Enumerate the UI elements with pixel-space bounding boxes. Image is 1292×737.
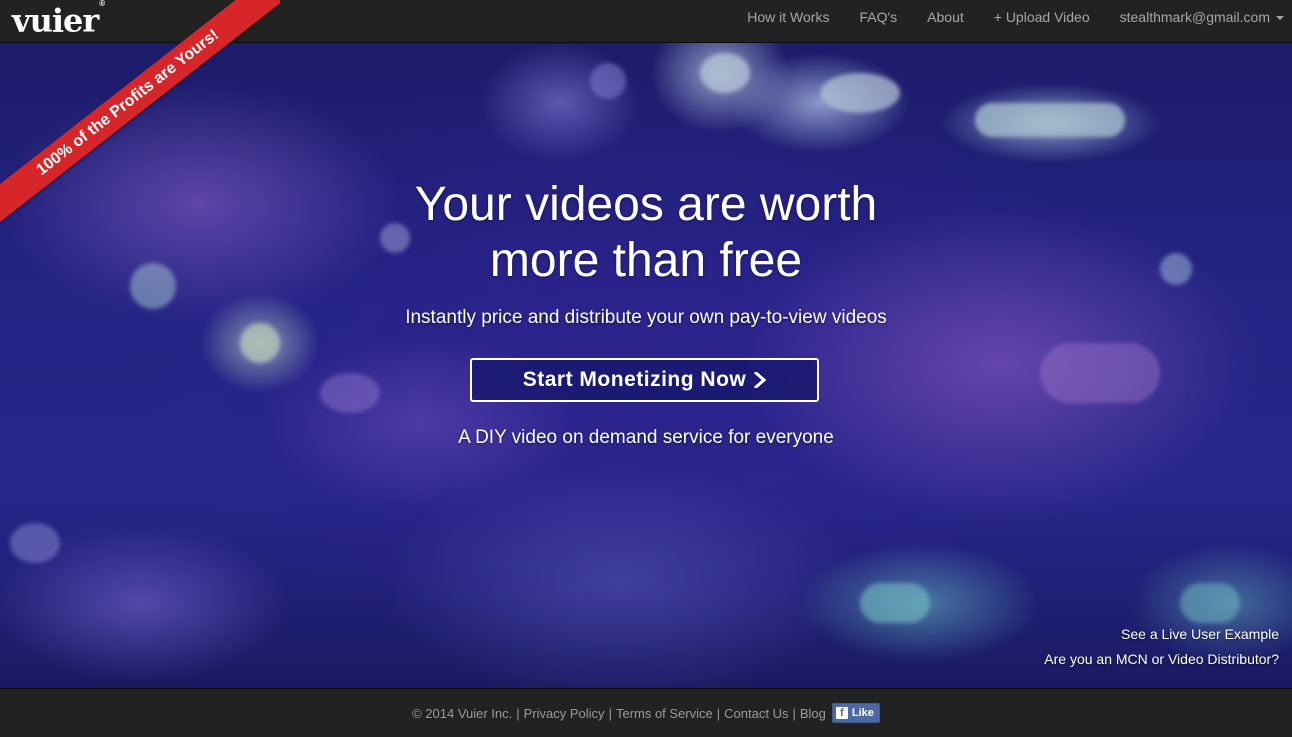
footer: © 2014 Vuier Inc. | Privacy Policy | Ter… [0,688,1292,737]
footer-separator: | [516,705,520,721]
headline-line-1: Your videos are worth [414,178,878,231]
nav-upload-video[interactable]: + Upload Video [994,9,1090,25]
headline-line-2: more than free [489,234,803,287]
hero-subhead: Instantly price and distribute your own … [405,307,887,328]
copyright-text: © 2014 Vuier Inc. [412,705,513,721]
nav-faqs[interactable]: FAQ's [859,9,897,25]
cta-label: Start Monetizing Now [522,368,747,391]
account-email: stealthmark@gmail.com [1119,9,1270,25]
mcn-distributor-link[interactable]: Are you an MCN or Video Distributor? [1044,647,1279,672]
footer-separator: | [716,705,721,721]
profit-ribbon: 100% of the Profits are Yours! [0,0,280,230]
blog-link[interactable]: Blog [800,706,826,721]
facebook-icon: f [835,707,848,719]
account-menu[interactable]: stealthmark@gmail.com [1120,9,1284,25]
chevron-right-icon [754,372,767,388]
hero-tagline: A DIY video on demand service for everyo… [458,427,834,448]
nav-about[interactable]: About [927,9,964,25]
footer-separator: | [608,705,612,721]
terms-of-service-link[interactable]: Terms of Service [616,706,713,721]
footer-separator: | [792,705,796,721]
nav-menu: How it Works FAQ's About + Upload Video … [717,0,1284,34]
live-user-example-link[interactable]: See a Live User Example [1044,622,1279,647]
profit-ribbon-container: 100% of the Profits are Yours! [0,0,280,230]
hero-corner-links: See a Live User Example Are you an MCN o… [1044,622,1279,672]
facebook-like-button[interactable]: f Like [831,703,880,723]
facebook-like-label: Like [851,707,874,719]
contact-us-link[interactable]: Contact Us [724,706,788,721]
privacy-policy-link[interactable]: Privacy Policy [524,706,605,721]
caret-down-icon [1276,16,1284,21]
nav-how-it-works[interactable]: How it Works [747,9,829,25]
start-monetizing-button[interactable]: Start Monetizing Now [470,358,819,402]
